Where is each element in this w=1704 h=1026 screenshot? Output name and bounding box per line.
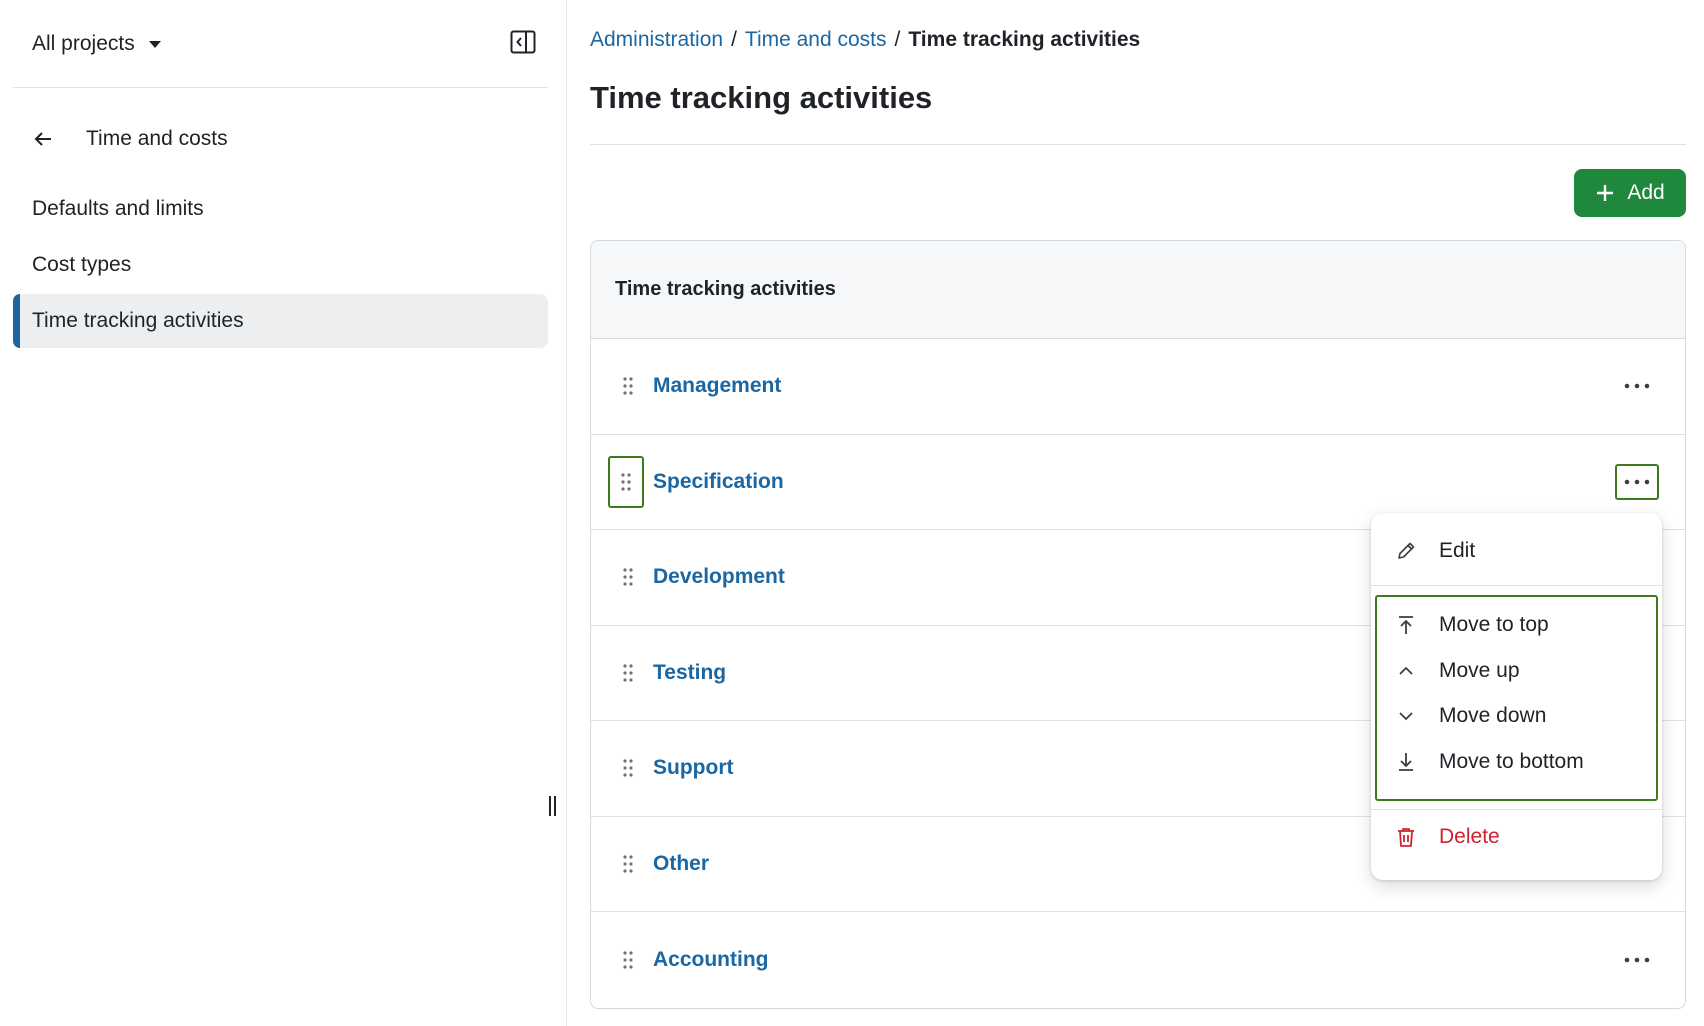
menu-item-move-up[interactable]: Move up bbox=[1371, 649, 1662, 693]
drag-handle-icon bbox=[623, 951, 633, 969]
menu-item-label: Move down bbox=[1439, 704, 1547, 727]
table-row: Management bbox=[591, 339, 1685, 435]
move-to-bottom-icon bbox=[1399, 753, 1413, 771]
plus-icon bbox=[1597, 185, 1614, 201]
back-link[interactable]: Time and costs bbox=[32, 122, 228, 156]
activity-link[interactable]: Support bbox=[653, 756, 733, 780]
chevron-down-icon bbox=[1399, 712, 1413, 721]
menu-item-label: Move to bottom bbox=[1439, 750, 1584, 773]
menu-divider bbox=[1371, 585, 1662, 586]
drag-handle-icon bbox=[621, 473, 631, 491]
sidebar-resize-handle[interactable] bbox=[549, 796, 559, 818]
breadcrumb-administration[interactable]: Administration bbox=[590, 28, 723, 52]
arrow-left-icon bbox=[34, 132, 51, 146]
menu-item-label: Move to top bbox=[1439, 613, 1549, 636]
sidebar-item-label: Time tracking activities bbox=[32, 309, 244, 332]
breadcrumb-time-and-costs[interactable]: Time and costs bbox=[745, 28, 887, 52]
sidebar-item-time-tracking-activities[interactable]: Time tracking activities bbox=[13, 294, 548, 348]
drag-handle-icon bbox=[623, 568, 633, 586]
drag-handle[interactable] bbox=[621, 663, 635, 683]
project-selector[interactable]: All projects bbox=[32, 28, 161, 60]
menu-item-label: Delete bbox=[1439, 825, 1500, 848]
table-header: Time tracking activities bbox=[591, 241, 1685, 339]
sidebar-item-cost-types[interactable]: Cost types bbox=[13, 238, 548, 292]
drag-handle[interactable] bbox=[621, 758, 635, 778]
more-actions-button[interactable] bbox=[1615, 368, 1659, 404]
menu-item-label: Move up bbox=[1439, 659, 1520, 682]
add-button[interactable]: Add bbox=[1574, 169, 1686, 217]
menu-item-delete[interactable]: Delete bbox=[1371, 815, 1662, 859]
more-actions-button[interactable] bbox=[1615, 942, 1659, 978]
breadcrumb-separator: / bbox=[731, 28, 737, 51]
collapse-sidebar-icon[interactable] bbox=[510, 30, 536, 54]
more-actions-button[interactable] bbox=[1615, 463, 1659, 500]
caret-down-icon bbox=[148, 40, 161, 48]
move-to-top-icon bbox=[1399, 616, 1413, 634]
ellipsis-icon bbox=[1624, 957, 1650, 963]
breadcrumb-separator: / bbox=[894, 28, 901, 51]
back-link-label: Time and costs bbox=[86, 127, 228, 150]
sidebar: All projects Time and costs Defaults and… bbox=[0, 0, 567, 1026]
activity-link[interactable]: Other bbox=[653, 852, 709, 876]
breadcrumb-current: Time tracking activities bbox=[908, 28, 1141, 51]
title-divider bbox=[590, 144, 1686, 145]
ellipsis-icon bbox=[1624, 479, 1650, 485]
drag-handle[interactable] bbox=[608, 455, 644, 508]
sidebar-item-label: Cost types bbox=[32, 253, 132, 276]
sidebar-item-label: Defaults and limits bbox=[32, 197, 204, 220]
trash-icon bbox=[1398, 828, 1414, 847]
page-title: Time tracking activities bbox=[590, 80, 933, 115]
table-row: Accounting bbox=[591, 912, 1685, 1008]
drag-handle-icon bbox=[623, 855, 633, 873]
row-action-menu: Edit Move to top Move up Move down Move … bbox=[1371, 513, 1662, 880]
activity-link[interactable]: Specification bbox=[653, 470, 784, 494]
sidebar-item-defaults-and-limits[interactable]: Defaults and limits bbox=[13, 182, 548, 236]
activity-link[interactable]: Accounting bbox=[653, 948, 769, 972]
chevron-up-icon bbox=[1399, 666, 1413, 675]
sidebar-divider bbox=[13, 87, 548, 88]
drag-handle[interactable] bbox=[621, 854, 635, 874]
drag-handle-icon bbox=[623, 377, 633, 395]
activity-link[interactable]: Testing bbox=[653, 661, 726, 685]
menu-item-edit[interactable]: Edit bbox=[1371, 529, 1662, 573]
ellipsis-icon bbox=[1624, 383, 1650, 389]
activity-link[interactable]: Development bbox=[653, 565, 785, 589]
menu-item-move-to-bottom[interactable]: Move to bottom bbox=[1371, 740, 1662, 784]
menu-item-label: Edit bbox=[1439, 539, 1476, 562]
drag-handle[interactable] bbox=[621, 376, 635, 396]
drag-handle-icon bbox=[623, 664, 633, 682]
pencil-icon bbox=[1398, 542, 1415, 559]
drag-handle[interactable] bbox=[621, 950, 635, 970]
breadcrumb: Administration / Time and costs / Time t… bbox=[590, 28, 1140, 52]
drag-handle-icon bbox=[623, 759, 633, 777]
menu-divider bbox=[1371, 809, 1662, 810]
activity-link[interactable]: Management bbox=[653, 374, 781, 398]
menu-item-move-to-top[interactable]: Move to top bbox=[1371, 603, 1662, 647]
project-selector-label: All projects bbox=[32, 32, 135, 55]
menu-item-move-down[interactable]: Move down bbox=[1371, 694, 1662, 738]
drag-handle[interactable] bbox=[621, 567, 635, 587]
add-button-label: Add bbox=[1627, 181, 1665, 204]
